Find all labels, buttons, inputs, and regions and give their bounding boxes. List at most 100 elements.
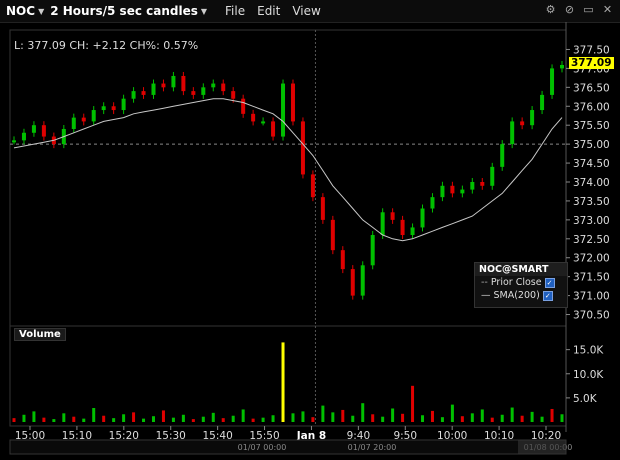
volume-bar (291, 413, 295, 422)
candle (440, 185, 445, 198)
y-tick-label: 370.50 (573, 310, 610, 322)
candle (281, 83, 286, 137)
volume-bar (261, 417, 265, 422)
volume-bar (251, 418, 255, 422)
y-tick-label: 372.50 (573, 234, 610, 246)
period-selector[interactable]: 2 Hours/5 sec candles (50, 4, 198, 18)
candle (151, 83, 156, 95)
y-tick-label: 377.50 (573, 44, 610, 56)
candle (41, 125, 46, 137)
volume-bar (221, 418, 225, 422)
candle (300, 121, 305, 175)
candle (460, 189, 465, 194)
volume-bar (540, 416, 544, 422)
legend-item-sma[interactable]: — SMA(200) ✓ (475, 289, 567, 302)
y-tick-label: 376.50 (573, 82, 610, 94)
volume-bar (161, 410, 165, 422)
volume-bar (22, 414, 26, 422)
volume-tick-label: 15.0K (573, 345, 604, 357)
symbol-selector[interactable]: NOC (6, 4, 35, 18)
candle (360, 265, 365, 296)
settings-icon[interactable]: ⚙ (544, 3, 557, 16)
volume-panel-label: Volume (14, 328, 66, 341)
y-tick-label: 372.00 (573, 253, 610, 265)
chevron-down-icon[interactable]: ▼ (38, 7, 44, 16)
volume-bar (430, 410, 434, 422)
volume-bar (62, 413, 66, 422)
restore-icon[interactable]: ▭ (582, 3, 595, 16)
checkbox-icon[interactable]: ✓ (542, 290, 553, 301)
volume-bar (560, 414, 564, 422)
y-tick-label: 375.00 (573, 139, 610, 151)
navigator-tick-label: 01/07 20:00 (348, 443, 397, 452)
candle (271, 121, 276, 137)
volume-bar (171, 417, 175, 422)
volume-bar (72, 416, 76, 422)
volume-bar (321, 405, 325, 422)
navigator-window (518, 440, 566, 454)
candle (141, 91, 146, 95)
volume-bar (341, 409, 345, 422)
candle (400, 219, 405, 236)
volume-bar (510, 407, 514, 422)
dashed-line-icon: -- (481, 277, 488, 288)
volume-bar (301, 411, 305, 422)
candle (310, 174, 315, 198)
candle (181, 75, 186, 92)
volume-bar (42, 417, 46, 422)
candle (420, 208, 425, 228)
candle (261, 121, 266, 124)
candle (480, 182, 485, 186)
candle (540, 94, 545, 111)
candle (31, 125, 36, 133)
y-tick-label: 371.50 (573, 272, 610, 284)
candle (231, 91, 236, 99)
volume-bar (142, 418, 146, 422)
volume-bar (470, 413, 474, 422)
volume-bar (361, 403, 365, 422)
chart-legend[interactable]: NOC@SMART -- Prior Close ✓ — SMA(200) ✓ (474, 262, 568, 308)
close-icon[interactable]: ✕ (601, 3, 614, 16)
volume-bar (102, 415, 106, 422)
volume-bar (12, 418, 16, 422)
candle (470, 182, 475, 190)
price-chart[interactable]: 377.50377.00376.50376.00375.50375.00374.… (0, 22, 620, 460)
candle (550, 68, 555, 95)
legend-item-prior-close[interactable]: -- Prior Close ✓ (475, 276, 567, 289)
candle (241, 98, 246, 114)
candle (500, 144, 505, 167)
candle (380, 212, 385, 236)
candle (450, 185, 455, 194)
volume-bar (241, 409, 245, 422)
candle (251, 113, 256, 122)
last-price-tag: 377.09 (569, 57, 614, 69)
volume-bar (151, 416, 155, 422)
candle (201, 87, 206, 95)
candle (131, 91, 136, 99)
volume-bar (460, 416, 464, 422)
volume-bar (351, 415, 355, 422)
volume-bar (530, 411, 534, 422)
candle (161, 83, 166, 88)
checkbox-icon[interactable]: ✓ (544, 277, 555, 288)
volume-bar (201, 416, 205, 422)
menu-edit[interactable]: Edit (257, 4, 280, 18)
candle (81, 117, 86, 122)
candle (340, 250, 345, 270)
volume-bar (331, 412, 335, 422)
candle (71, 117, 76, 129)
menu-file[interactable]: File (225, 4, 245, 18)
y-tick-label: 371.00 (573, 291, 610, 303)
y-tick-label: 374.00 (573, 177, 610, 189)
candle (370, 235, 375, 266)
volume-bar (52, 419, 56, 422)
candle (12, 140, 16, 143)
volume-tick-label: 5.0K (573, 393, 598, 405)
menu-view[interactable]: View (292, 4, 320, 18)
candle (530, 110, 535, 126)
volume-bar (391, 408, 395, 422)
chevron-down-icon[interactable]: ▼ (201, 7, 207, 16)
candle (101, 106, 106, 111)
link-icon[interactable]: ⊘ (563, 3, 576, 16)
candle (350, 269, 355, 296)
